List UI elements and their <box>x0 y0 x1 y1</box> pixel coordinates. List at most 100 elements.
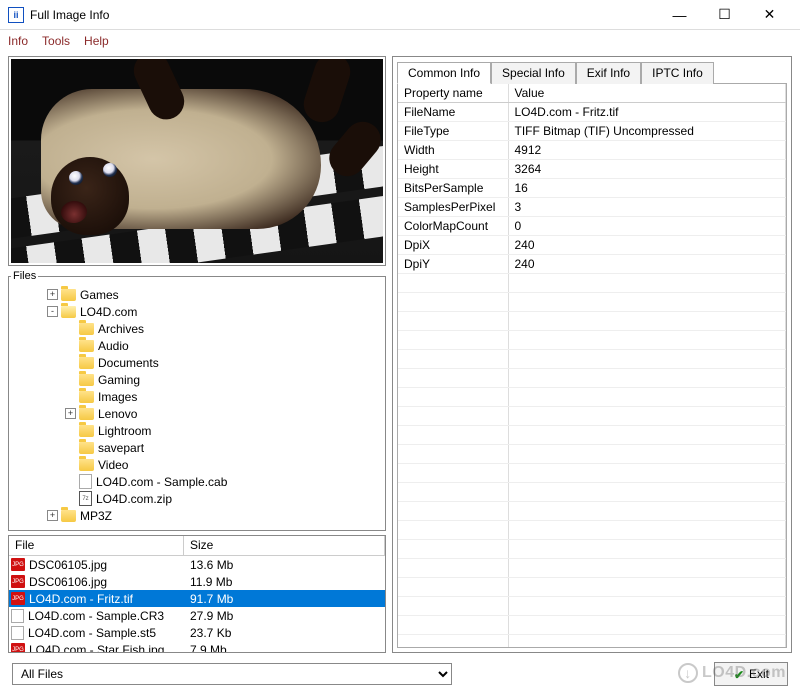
file-row[interactable]: JPGLO4D.com - Fritz.tif91.7 Mb <box>9 590 385 607</box>
left-column: Files +Games-LO4D.comArchivesAudioDocume… <box>8 56 386 653</box>
property-row[interactable]: Height3264 <box>398 160 786 179</box>
menubar: Info Tools Help <box>0 30 800 52</box>
property-value: LO4D.com - Fritz.tif <box>508 103 786 122</box>
property-row[interactable] <box>398 331 786 350</box>
footer: All Files ✔ Exit <box>0 657 800 691</box>
property-name: FileType <box>398 122 508 141</box>
minimize-button[interactable]: — <box>657 1 702 29</box>
property-row[interactable] <box>398 464 786 483</box>
file-col-header[interactable]: File <box>9 536 184 555</box>
tab-exif-info[interactable]: Exif Info <box>576 62 641 84</box>
tree-node[interactable]: Video <box>11 456 383 473</box>
file-row[interactable]: LO4D.com - Sample.CR327.9 Mb <box>9 607 385 624</box>
file-row[interactable]: JPGDSC06105.jpg13.6 Mb <box>9 556 385 573</box>
expand-icon[interactable]: + <box>47 510 58 521</box>
property-row[interactable] <box>398 407 786 426</box>
file-row[interactable]: JPGDSC06106.jpg11.9 Mb <box>9 573 385 590</box>
file-list-body[interactable]: JPGDSC06105.jpg13.6 MbJPGDSC06106.jpg11.… <box>9 556 385 652</box>
property-row[interactable] <box>398 445 786 464</box>
tab-common-info[interactable]: Common Info <box>397 62 491 84</box>
file-name: DSC06106.jpg <box>29 575 107 589</box>
property-row[interactable] <box>398 426 786 445</box>
property-row[interactable]: SamplesPerPixel3 <box>398 198 786 217</box>
property-row[interactable] <box>398 312 786 331</box>
property-row[interactable]: Width4912 <box>398 141 786 160</box>
tree-node[interactable]: +MP3Z <box>11 507 383 524</box>
property-row[interactable] <box>398 293 786 312</box>
property-name: Width <box>398 141 508 160</box>
file-size: 11.9 Mb <box>184 575 385 589</box>
exit-label: Exit <box>749 667 769 681</box>
exit-button[interactable]: ✔ Exit <box>714 662 788 686</box>
tree-node[interactable]: - LO4D.com <box>11 303 383 320</box>
tab-iptc-info[interactable]: IPTC Info <box>641 62 714 84</box>
property-row[interactable] <box>398 578 786 597</box>
check-icon: ✔ <box>733 668 745 680</box>
property-row[interactable]: FileNameLO4D.com - Fritz.tif <box>398 103 786 122</box>
maximize-button[interactable]: ☐ <box>702 1 747 29</box>
property-row[interactable] <box>398 369 786 388</box>
menu-info[interactable]: Info <box>8 34 28 48</box>
file-name: DSC06105.jpg <box>29 558 107 572</box>
property-row[interactable] <box>398 274 786 293</box>
menu-tools[interactable]: Tools <box>42 34 70 48</box>
tree-node[interactable]: +Games <box>11 286 383 303</box>
property-row[interactable] <box>398 502 786 521</box>
folder-tree[interactable]: +Games - LO4D.comArchivesAudio DocumentsGam… <box>11 284 383 528</box>
property-row[interactable] <box>398 483 786 502</box>
property-row[interactable]: BitsPerSample16 <box>398 179 786 198</box>
tree-node[interactable]: Archives <box>11 320 383 337</box>
file-list-panel: File Size JPGDSC06105.jpg13.6 MbJPGDSC06… <box>8 535 386 653</box>
folder-icon <box>61 510 76 522</box>
property-value: 16 <box>508 179 786 198</box>
tree-spacer <box>65 476 76 487</box>
tree-node[interactable]: Audio <box>11 337 383 354</box>
property-row[interactable]: ColorMapCount0 <box>398 217 786 236</box>
expand-icon[interactable]: + <box>65 408 76 419</box>
prop-header-value[interactable]: Value <box>508 84 786 103</box>
filter-select[interactable]: All Files <box>12 663 452 685</box>
collapse-icon[interactable]: - <box>47 306 58 317</box>
tree-node[interactable]: Images <box>11 388 383 405</box>
property-row[interactable] <box>398 521 786 540</box>
tree-node[interactable]: 7zLO4D.com.zip <box>11 490 383 507</box>
tree-node[interactable]: Lightroom <box>11 422 383 439</box>
tree-spacer <box>65 391 76 402</box>
expand-icon[interactable]: + <box>47 289 58 300</box>
folder-icon <box>79 391 94 403</box>
tree-node-label: Documents <box>98 356 159 370</box>
property-row[interactable] <box>398 616 786 635</box>
prop-header-name[interactable]: Property name <box>398 84 508 103</box>
tree-node[interactable]: + Lenovo <box>11 405 383 422</box>
property-value: TIFF Bitmap (TIF) Uncompressed <box>508 122 786 141</box>
file-row[interactable]: LO4D.com - Sample.st523.7 Kb <box>9 624 385 641</box>
property-row[interactable]: DpiX240 <box>398 236 786 255</box>
file-row[interactable]: JPGLO4D.com - Star Fish.jpg7.9 Mb <box>9 641 385 652</box>
property-row[interactable]: FileTypeTIFF Bitmap (TIF) Uncompressed <box>398 122 786 141</box>
tree-node-label: Lenovo <box>98 407 137 421</box>
file-size: 91.7 Mb <box>184 592 385 606</box>
property-row[interactable] <box>398 540 786 559</box>
property-row[interactable] <box>398 635 786 649</box>
tab-special-info[interactable]: Special Info <box>491 62 576 84</box>
property-table-wrap: Property name Value FileNameLO4D.com - F… <box>397 83 787 648</box>
tree-node-label: savepart <box>98 441 144 455</box>
tree-node[interactable]: Gaming <box>11 371 383 388</box>
tree-node[interactable]: savepart <box>11 439 383 456</box>
size-col-header[interactable]: Size <box>184 536 385 555</box>
close-button[interactable]: ✕ <box>747 1 792 29</box>
menu-help[interactable]: Help <box>84 34 109 48</box>
property-row[interactable] <box>398 597 786 616</box>
tree-node-label: LO4D.com <box>80 305 137 319</box>
tree-spacer <box>65 374 76 385</box>
property-row[interactable] <box>398 559 786 578</box>
tree-spacer <box>65 357 76 368</box>
folder-icon <box>79 340 94 352</box>
tree-node[interactable]: LO4D.com - Sample.cab <box>11 473 383 490</box>
tree-node[interactable]: Documents <box>11 354 383 371</box>
property-row[interactable] <box>398 350 786 369</box>
property-row[interactable] <box>398 388 786 407</box>
folder-tree-panel: Files +Games-LO4D.comArchivesAudioDocume… <box>8 270 386 531</box>
property-row[interactable]: DpiY240 <box>398 255 786 274</box>
window-title: Full Image Info <box>30 8 657 22</box>
